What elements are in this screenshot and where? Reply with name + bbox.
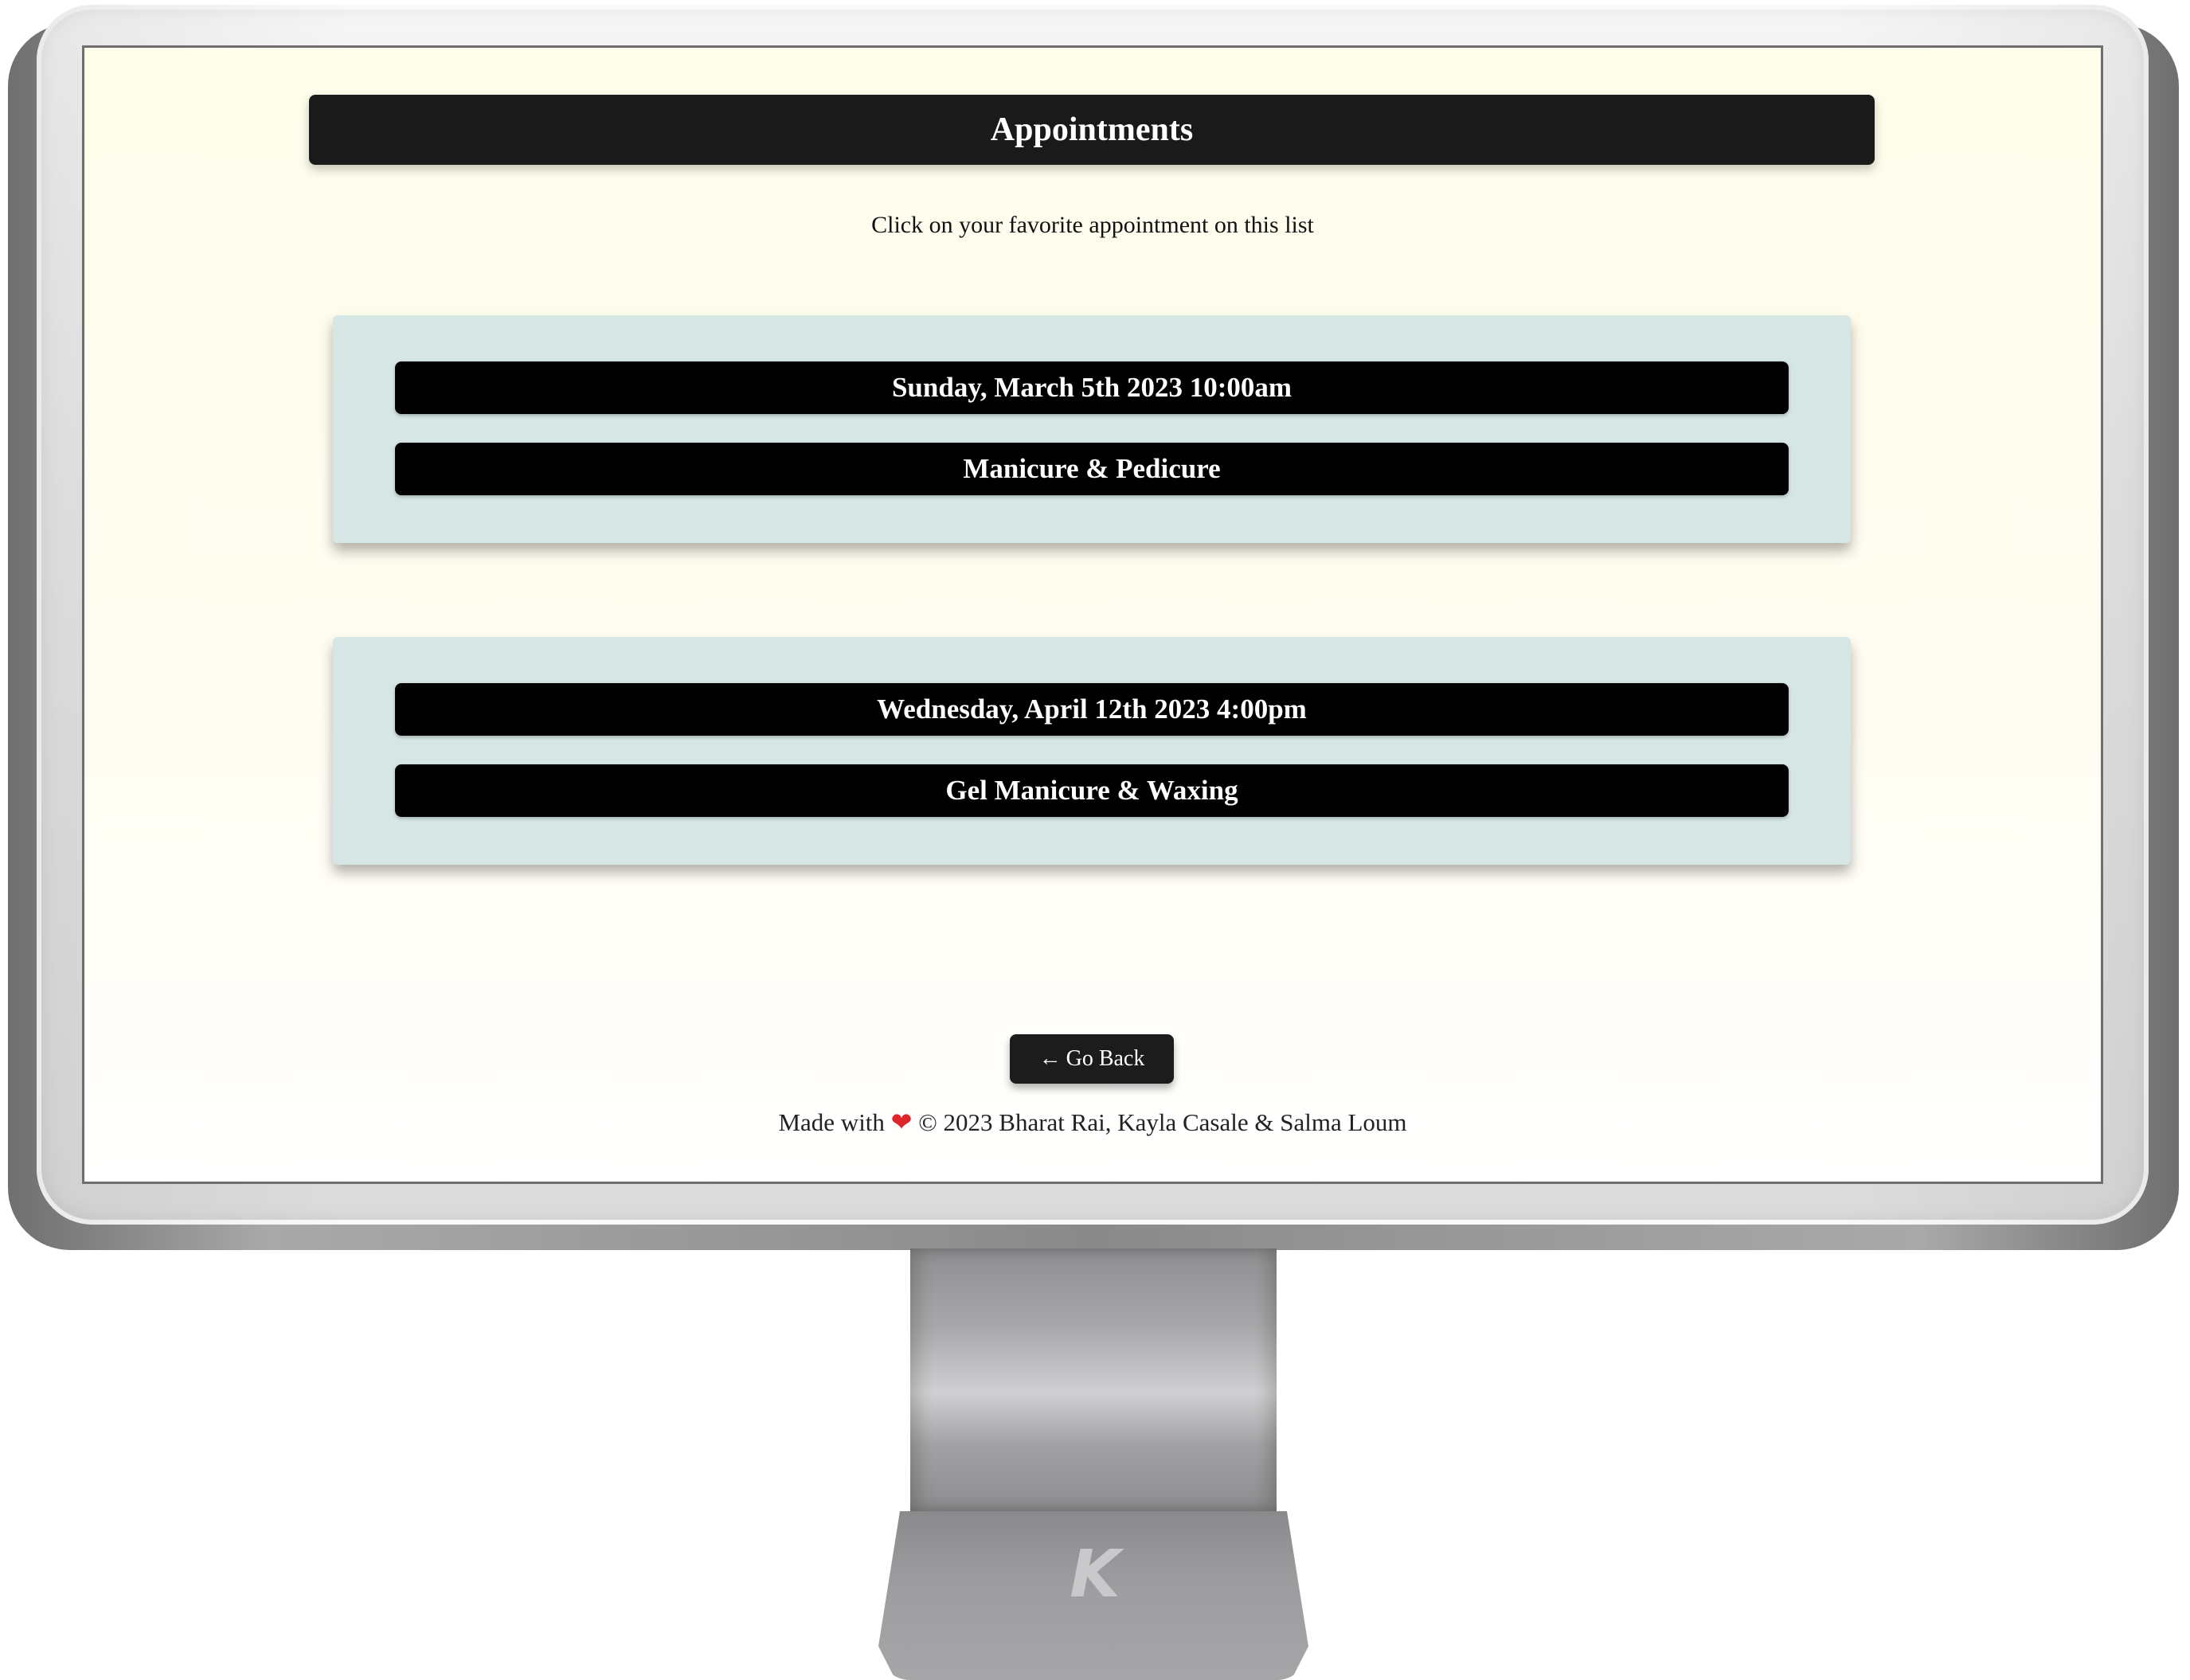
k-logo-icon: K (1070, 1537, 1120, 1612)
intro-text: Click on your favorite appointment on th… (871, 212, 1314, 238)
monitor-stand-neck (910, 1248, 1277, 1511)
left-arrow-icon: ← (1038, 1046, 1062, 1071)
monitor-mockup: K Appointments Click on your favorite ap… (0, 0, 2190, 1680)
appointment-service[interactable]: Gel Manicure & Waxing (395, 764, 1789, 817)
page-title: Appointments (309, 95, 1875, 165)
appointment-service[interactable]: Manicure & Pedicure (395, 443, 1789, 495)
go-back-label: Go Back (1066, 1046, 1145, 1071)
heart-icon: ❤ (890, 1107, 913, 1137)
appointment-card[interactable]: Sunday, March 5th 2023 10:00am Manicure … (333, 315, 1851, 543)
appointment-card[interactable]: Wednesday, April 12th 2023 4:00pm Gel Ma… (333, 637, 1851, 865)
screen: Appointments Click on your favorite appo… (82, 45, 2103, 1184)
appointment-datetime[interactable]: Wednesday, April 12th 2023 4:00pm (395, 683, 1789, 736)
footer: Made with ❤ © 2023 Bharat Rai, Kayla Cas… (84, 1107, 2101, 1137)
go-back-button[interactable]: ← Go Back (1010, 1034, 1174, 1084)
appointment-datetime[interactable]: Sunday, March 5th 2023 10:00am (395, 361, 1789, 414)
footer-credits: © 2023 Bharat Rai, Kayla Casale & Salma … (918, 1108, 1407, 1136)
footer-made-with: Made with (778, 1108, 885, 1136)
